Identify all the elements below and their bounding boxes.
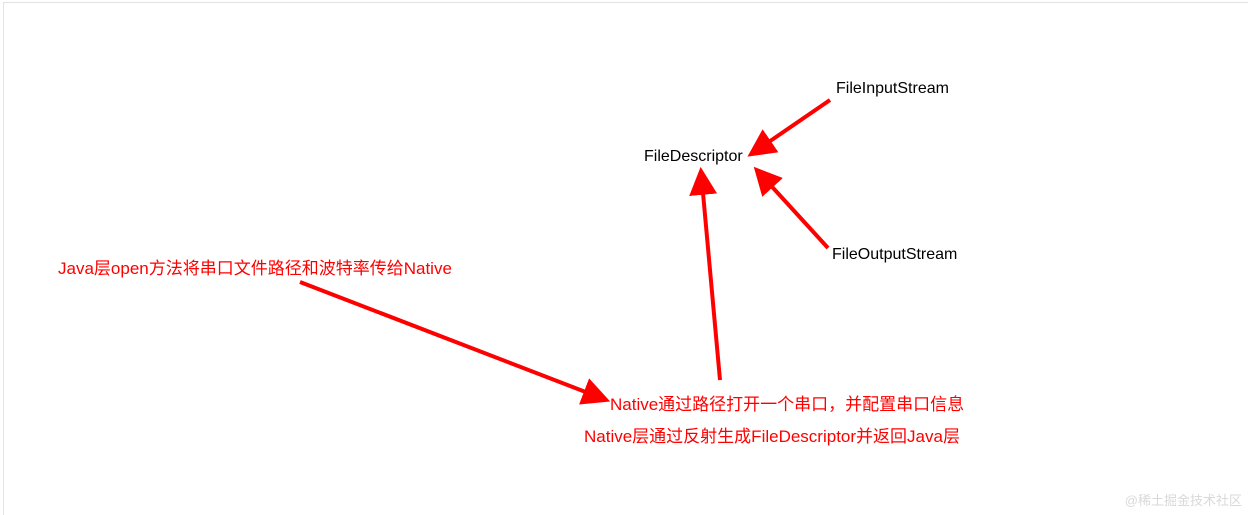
annotation-native-open: Native通过路径打开一个串口，并配置串口信息 [610,390,964,415]
annotation-java-open: Java层open方法将串口文件路径和波特率传给Native [58,254,452,279]
arrow-fileoutputstream-to-filedescriptor [764,178,828,248]
annotation-native-reflect: Native层通过反射生成FileDescriptor并返回Java层 [584,422,960,447]
arrow-fileinputstream-to-filedescriptor [760,100,830,148]
top-border [4,2,1248,3]
diagram-canvas: FileInputStream FileDescriptor FileOutpu… [0,0,1252,515]
arrow-native-to-filedescriptor [702,182,720,380]
arrow-java-to-native [300,282,596,396]
node-file-output-stream: FileOutputStream [832,246,957,264]
node-file-descriptor: FileDescriptor [644,148,743,166]
watermark: @稀土掘金技术社区 [1125,490,1242,509]
left-border [3,2,4,515]
node-file-input-stream: FileInputStream [836,80,949,98]
